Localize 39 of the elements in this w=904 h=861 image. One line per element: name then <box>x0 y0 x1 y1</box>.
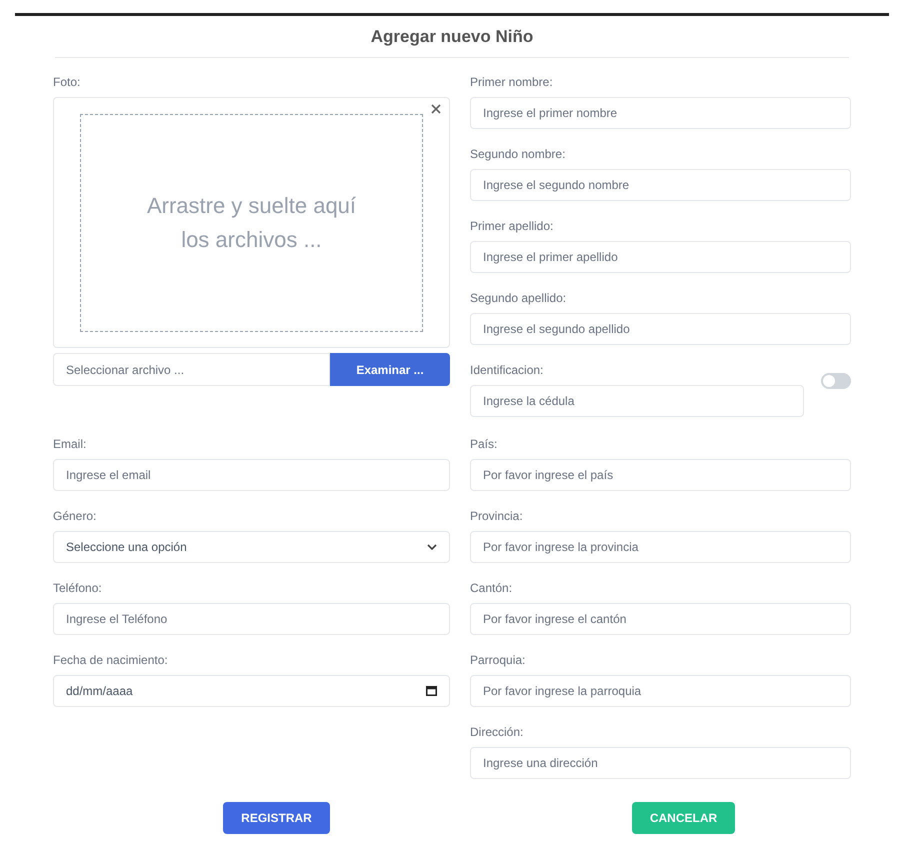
input-field[interactable]: Ingrese el segundo apellido <box>470 313 851 345</box>
input-field[interactable]: Ingrese el Teléfono <box>53 603 450 635</box>
close-icon[interactable] <box>431 104 441 114</box>
field-label: Parroquia: <box>470 652 526 669</box>
browse-button[interactable]: Examinar ... <box>330 353 450 386</box>
form-title: Agregar nuevo Niño <box>370 26 534 48</box>
field-label: Fecha de nacimiento: <box>53 652 169 669</box>
chevron-down-icon <box>427 544 437 550</box>
input-field[interactable]: Ingrese el segundo nombre <box>470 169 851 201</box>
dropzone-hint: Arrastre y suelte aquí los archivos ... <box>146 192 358 254</box>
input-field[interactable]: Por favor ingrese la provincia <box>470 531 851 563</box>
toggle-switch[interactable] <box>821 373 851 389</box>
input-field[interactable]: Ingrese el email <box>53 459 450 491</box>
field-label: Dirección: <box>470 724 524 741</box>
field-label: Foto: <box>53 74 82 91</box>
date-field[interactable]: dd/mm/aaaa <box>53 675 450 707</box>
input-field[interactable]: Por favor ingrese el país <box>470 459 851 491</box>
input-field[interactable]: Ingrese la cédula <box>470 385 804 417</box>
input-field[interactable]: Ingrese el primer nombre <box>470 97 851 129</box>
select-field[interactable]: Seleccione una opción <box>53 531 450 563</box>
field-label: Email: <box>53 436 88 453</box>
calendar-icon[interactable] <box>426 686 437 696</box>
field-label: Teléfono: <box>53 580 103 597</box>
field-label: Género: <box>53 508 98 525</box>
input-field[interactable]: Por favor ingrese el cantón <box>470 603 851 635</box>
dropzone[interactable]: Arrastre y suelte aquí los archivos ... <box>53 97 450 348</box>
field-label: Segundo apellido: <box>470 290 568 307</box>
field-label: País: <box>470 436 498 453</box>
field-label: Primer nombre: <box>470 74 554 91</box>
input-field[interactable]: Ingrese el primer apellido <box>470 241 851 273</box>
field-label: Segundo nombre: <box>470 146 566 163</box>
input-field[interactable]: Por favor ingrese la parroquia <box>470 675 851 707</box>
input-field[interactable]: Ingrese una dirección <box>470 747 851 779</box>
field-label: Identificacion: <box>470 362 544 379</box>
file-name-field[interactable]: Seleccionar archivo ... <box>53 353 330 386</box>
field-label: Cantón: <box>470 580 514 597</box>
submit-button[interactable]: REGISTRAR <box>223 802 330 834</box>
field-label: Primer apellido: <box>470 218 554 235</box>
field-label: Provincia: <box>470 508 524 525</box>
